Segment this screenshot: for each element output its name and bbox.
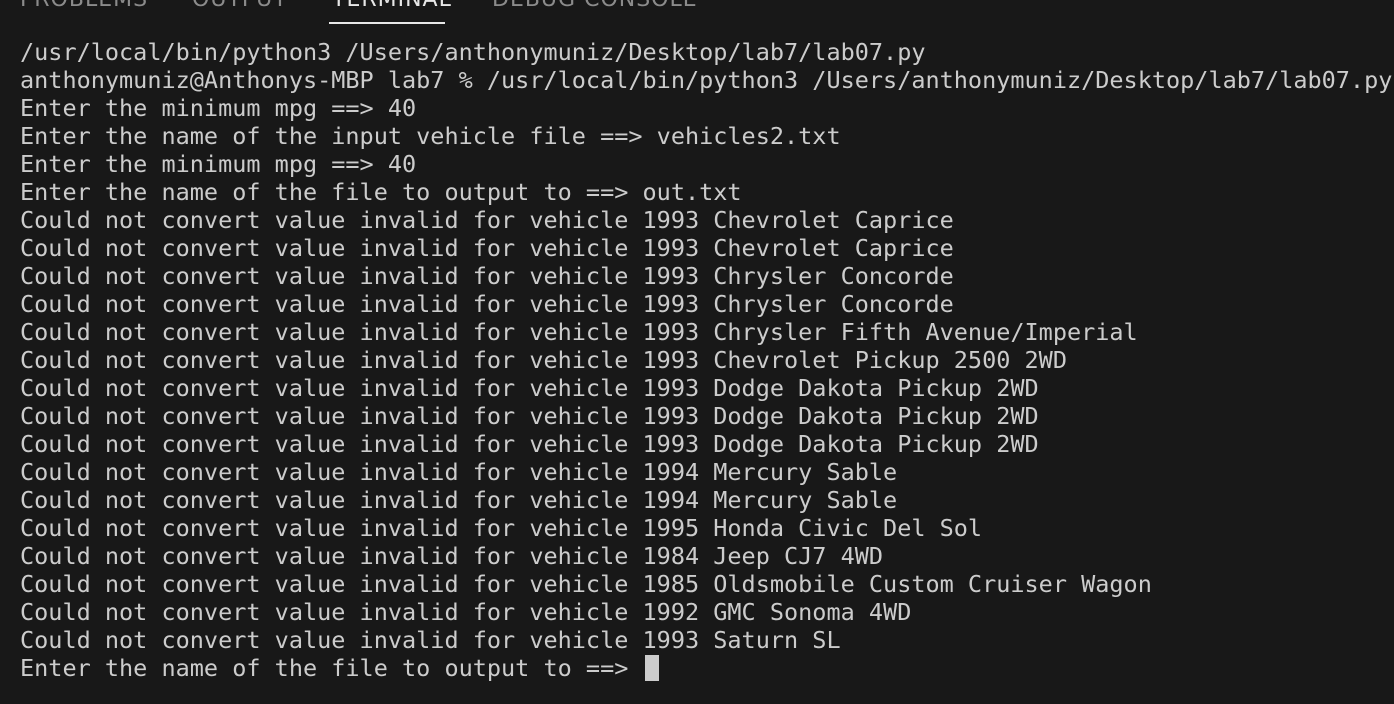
terminal-prompt-line[interactable]: Enter the name of the file to output to …: [20, 654, 1390, 682]
terminal-line: Could not convert value invalid for vehi…: [20, 318, 1138, 346]
terminal-line: /usr/local/bin/python3 /Users/anthonymun…: [20, 38, 926, 66]
tab-terminal[interactable]: TERMINAL: [332, 0, 452, 14]
terminal-cursor: [644, 655, 659, 681]
terminal-line: Could not convert value invalid for vehi…: [20, 374, 1039, 402]
terminal-line: Could not convert value invalid for vehi…: [20, 570, 1152, 598]
terminal-line: Could not convert value invalid for vehi…: [20, 402, 1039, 430]
terminal-line: anthonymuniz@Anthonys-MBP lab7 % /usr/lo…: [20, 66, 1393, 94]
terminal-line: Enter the minimum mpg ==> 40: [20, 94, 417, 122]
terminal-line: Enter the name of the input vehicle file…: [20, 122, 841, 150]
terminal-line: Could not convert value invalid for vehi…: [20, 514, 983, 542]
tab-debug-console[interactable]: DEBUG CONSOLE: [492, 0, 698, 14]
terminal-line: Could not convert value invalid for vehi…: [20, 486, 898, 514]
terminal-line: Could not convert value invalid for vehi…: [20, 626, 841, 654]
terminal-line: Enter the minimum mpg ==> 40: [20, 150, 417, 178]
terminal-line: Could not convert value invalid for vehi…: [20, 430, 1039, 458]
terminal-line: Could not convert value invalid for vehi…: [20, 262, 954, 290]
terminal-line: Could not convert value invalid for vehi…: [20, 206, 954, 234]
terminal-line: Enter the name of the file to output to …: [20, 178, 742, 206]
terminal-line: Could not convert value invalid for vehi…: [20, 542, 884, 570]
terminal-line: Could not convert value invalid for vehi…: [20, 458, 898, 486]
terminal-line: Could not convert value invalid for vehi…: [20, 234, 954, 262]
terminal-line: Could not convert value invalid for vehi…: [20, 598, 912, 626]
panel-tab-bar: PROBLEMS OUTPUT TERMINAL DEBUG CONSOLE: [0, 0, 1394, 30]
tab-output[interactable]: OUTPUT: [192, 0, 288, 14]
terminal-output[interactable]: /usr/local/bin/python3 /Users/anthonymun…: [20, 38, 1393, 682]
terminal-prompt: Enter the name of the file to output to …: [20, 654, 643, 682]
terminal-line: Could not convert value invalid for vehi…: [20, 346, 1067, 374]
active-tab-indicator: [329, 22, 445, 24]
tab-problems[interactable]: PROBLEMS: [20, 0, 148, 14]
terminal-line: Could not convert value invalid for vehi…: [20, 290, 954, 318]
